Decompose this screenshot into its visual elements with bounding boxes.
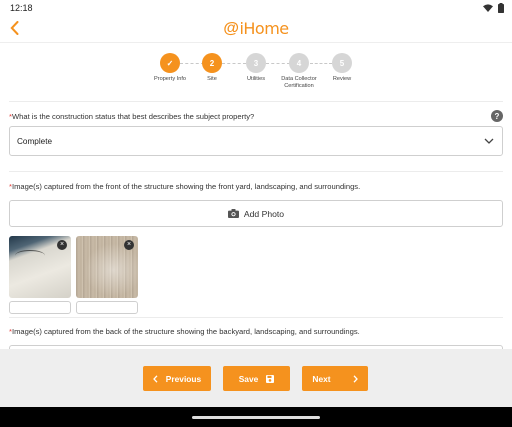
divider — [9, 101, 503, 102]
app-logo: @ iHome — [223, 19, 289, 38]
back-button[interactable] — [6, 19, 22, 37]
previous-button[interactable]: Previous — [143, 366, 211, 391]
status-bar: 12:18 — [0, 0, 512, 15]
step-check-icon: ✓ — [160, 53, 180, 73]
step-connector — [180, 63, 204, 64]
save-icon — [266, 374, 275, 383]
step-number: 2 — [202, 53, 222, 73]
step-connector — [310, 63, 332, 64]
photo-caption-input[interactable] — [9, 301, 71, 314]
add-photo-label: Add Photo — [243, 208, 285, 219]
progress-stepper: ✓ Property Info 2 Site 3 Utilities 4 Dat… — [0, 43, 512, 93]
footer-actions: Previous Save Next — [0, 349, 512, 407]
divider — [9, 171, 503, 172]
next-button[interactable]: Next — [302, 366, 368, 391]
step-number: 3 — [246, 53, 266, 73]
camera-icon — [227, 209, 239, 218]
save-button[interactable]: Save — [223, 366, 290, 391]
front-images-question: *Image(s) captured from the front of the… — [9, 182, 361, 191]
photo-thumbnail[interactable]: × — [9, 236, 71, 298]
step-connector — [222, 63, 246, 64]
step-number: 5 — [332, 53, 352, 73]
wifi-icon — [483, 3, 493, 12]
chevron-left-icon — [9, 21, 18, 35]
construction-status-select[interactable]: Complete — [9, 126, 503, 156]
photo-thumbnail[interactable]: × — [76, 236, 138, 298]
photo-caption-input[interactable] — [76, 301, 138, 314]
divider — [9, 317, 503, 318]
step-number: 4 — [289, 53, 309, 73]
chevron-right-icon — [353, 374, 358, 383]
remove-photo-icon[interactable]: × — [124, 240, 134, 250]
status-time: 12:18 — [10, 2, 33, 13]
chevron-down-icon — [484, 138, 494, 144]
form-scroll-area[interactable]: *What is the construction status that be… — [0, 95, 512, 349]
select-value: Complete — [17, 136, 53, 146]
app-screen: 12:18 @ iHome ✓ Property Info 2 Site 3 Ut… — [0, 0, 512, 407]
remove-photo-icon[interactable]: × — [57, 240, 67, 250]
home-handle[interactable] — [192, 415, 320, 419]
chevron-left-icon — [152, 374, 158, 383]
battery-icon — [498, 2, 504, 13]
system-navigation-bar — [0, 407, 512, 427]
step-label: Review — [332, 76, 352, 82]
back-images-question: *Image(s) captured from the back of the … — [9, 327, 360, 336]
construction-status-question: *What is the construction status that be… — [9, 112, 255, 121]
help-icon[interactable]: ? — [491, 110, 503, 122]
add-photo-button[interactable]: Add Photo — [9, 200, 503, 227]
app-bar: @ iHome — [0, 15, 512, 43]
step-review[interactable]: 5 Review — [307, 53, 377, 83]
step-connector — [266, 63, 290, 64]
